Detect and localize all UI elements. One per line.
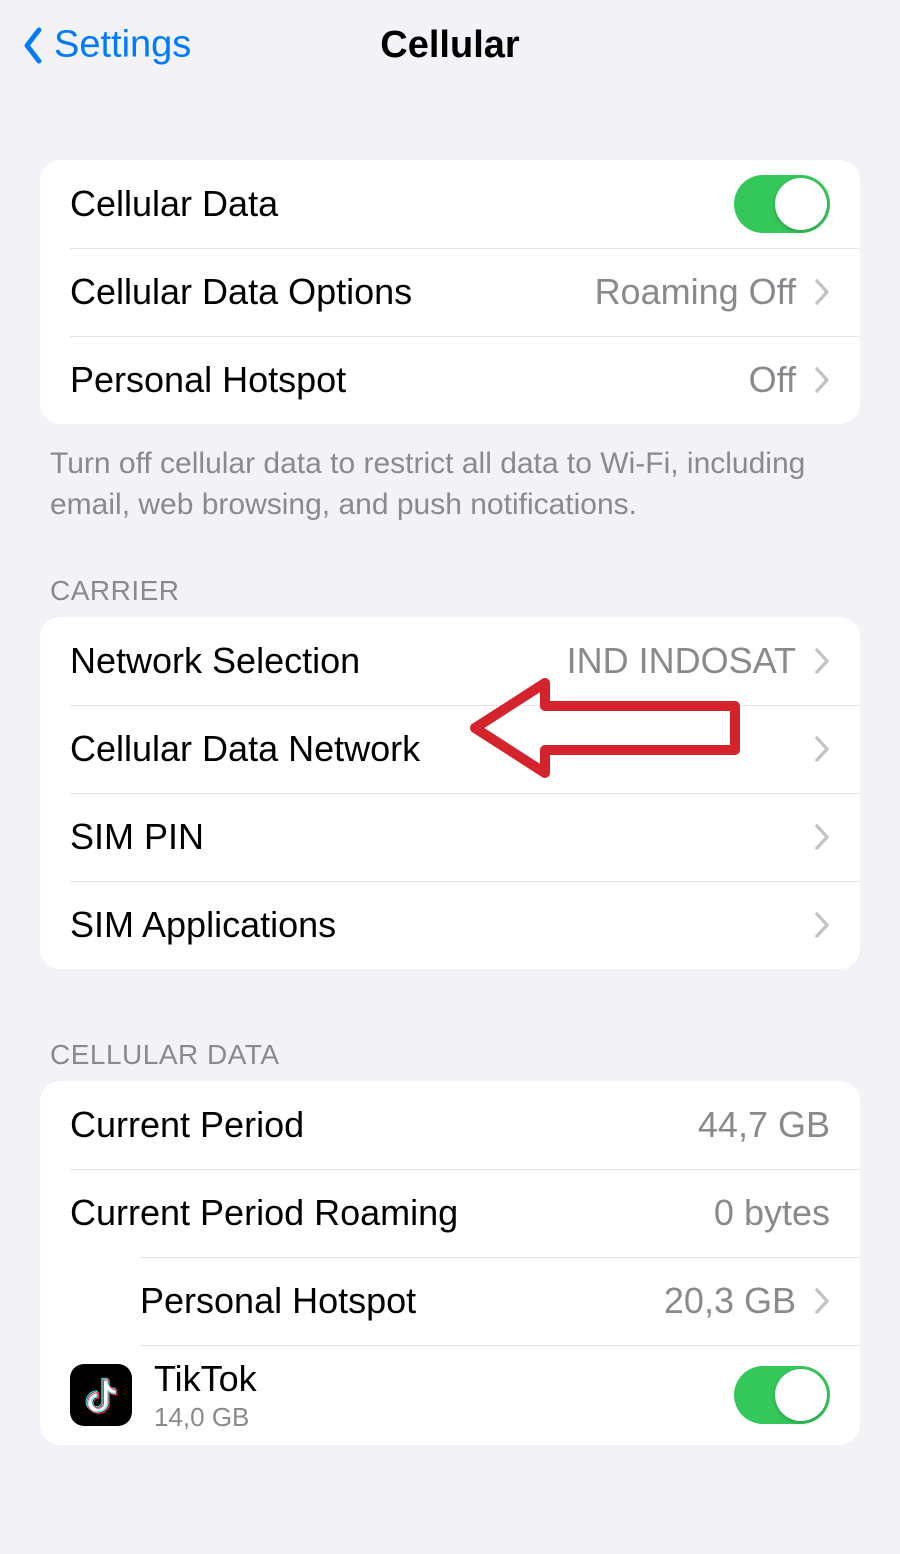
chevron-right-icon (814, 366, 830, 394)
section1-footer: Turn off cellular data to restrict all d… (50, 444, 850, 525)
current-period-roaming-value: 0 bytes (714, 1192, 830, 1234)
row-cellular-data-options[interactable]: Cellular Data Options Roaming Off (40, 248, 860, 336)
nav-header: Settings Cellular (0, 0, 900, 90)
row-cellular-data[interactable]: Cellular Data (40, 160, 860, 248)
personal-hotspot-usage-label: Personal Hotspot (140, 1280, 664, 1322)
row-personal-hotspot-usage[interactable]: Personal Hotspot 20,3 GB (40, 1257, 860, 1345)
group-carrier: Network Selection IND INDOSAT Cellular D… (40, 617, 860, 969)
chevron-right-icon (814, 1287, 830, 1315)
cellular-data-section-header: CELLULAR DATA (50, 1039, 850, 1071)
tiktok-toggle[interactable] (734, 1366, 830, 1424)
group-cellular-data-usage: Current Period 44,7 GB Current Period Ro… (40, 1081, 860, 1445)
row-personal-hotspot[interactable]: Personal Hotspot Off (40, 336, 860, 424)
back-button[interactable]: Settings (22, 24, 191, 67)
personal-hotspot-usage-value: 20,3 GB (664, 1280, 796, 1322)
cellular-data-toggle[interactable] (734, 175, 830, 233)
group-cellular: Cellular Data Cellular Data Options Roam… (40, 160, 860, 424)
row-sim-applications[interactable]: SIM Applications (40, 881, 860, 969)
network-selection-value: IND INDOSAT (567, 640, 796, 682)
chevron-right-icon (814, 911, 830, 939)
cellular-data-options-label: Cellular Data Options (70, 271, 595, 313)
current-period-label: Current Period (70, 1104, 698, 1146)
current-period-roaming-label: Current Period Roaming (70, 1192, 714, 1234)
page-title: Cellular (380, 24, 519, 67)
personal-hotspot-label: Personal Hotspot (70, 359, 749, 401)
sim-applications-label: SIM Applications (70, 904, 796, 946)
chevron-right-icon (814, 278, 830, 306)
tiktok-label: TikTok (154, 1358, 734, 1400)
back-label: Settings (54, 24, 191, 67)
chevron-right-icon (814, 823, 830, 851)
personal-hotspot-value: Off (749, 359, 796, 401)
row-current-period-roaming[interactable]: Current Period Roaming 0 bytes (40, 1169, 860, 1257)
cellular-data-network-label: Cellular Data Network (70, 728, 796, 770)
chevron-right-icon (814, 735, 830, 763)
row-cellular-data-network[interactable]: Cellular Data Network (40, 705, 860, 793)
network-selection-label: Network Selection (70, 640, 567, 682)
current-period-value: 44,7 GB (698, 1104, 830, 1146)
carrier-header: CARRIER (50, 575, 850, 607)
tiktok-usage: 14,0 GB (154, 1402, 734, 1433)
cellular-data-label: Cellular Data (70, 183, 734, 225)
tiktok-icon (70, 1364, 132, 1426)
chevron-right-icon (814, 647, 830, 675)
row-sim-pin[interactable]: SIM PIN (40, 793, 860, 881)
row-network-selection[interactable]: Network Selection IND INDOSAT (40, 617, 860, 705)
sim-pin-label: SIM PIN (70, 816, 796, 858)
cellular-data-options-value: Roaming Off (595, 271, 796, 313)
row-tiktok[interactable]: TikTok 14,0 GB (40, 1345, 860, 1445)
chevron-left-icon (22, 27, 44, 63)
row-current-period[interactable]: Current Period 44,7 GB (40, 1081, 860, 1169)
